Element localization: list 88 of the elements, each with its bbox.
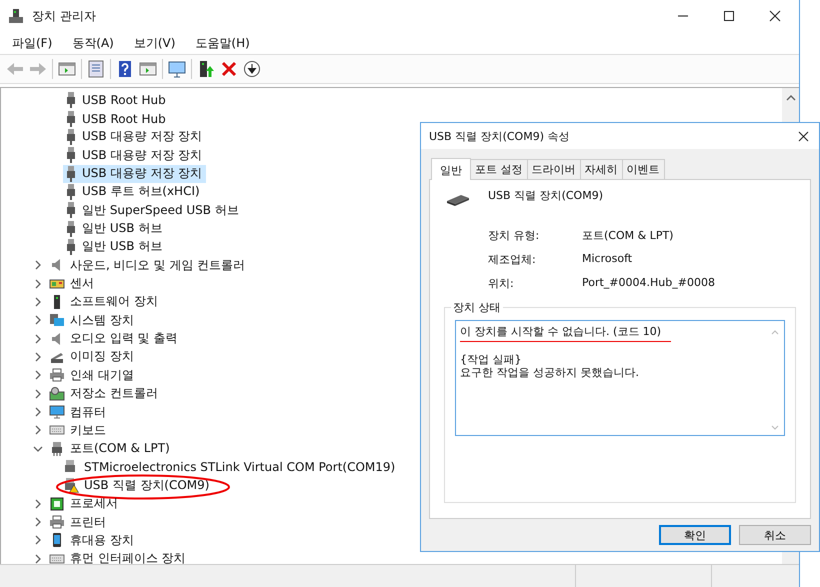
chevron-right-icon[interactable]	[33, 554, 43, 564]
device-up-arrow-icon[interactable]	[197, 60, 215, 78]
close-icon[interactable]	[769, 10, 781, 22]
group-title: 장치 상태	[451, 300, 502, 315]
chevron-right-icon[interactable]	[33, 407, 43, 418]
printer-icon	[49, 367, 65, 384]
tree-item[interactable]: 소프트웨어 장치	[47, 292, 162, 311]
menu-item[interactable]: 동작(A)	[72, 34, 114, 52]
serial-device-icon	[446, 192, 470, 206]
tree-item[interactable]: 프린터	[47, 513, 110, 532]
chevron-right-icon[interactable]	[33, 296, 43, 307]
property-label: 장치 유형:	[488, 228, 540, 243]
tree-item[interactable]: 일반 USB 허브	[63, 238, 166, 256]
download-icon[interactable]	[243, 60, 261, 78]
chevron-right-icon[interactable]	[33, 535, 43, 546]
close-icon[interactable]	[798, 130, 809, 142]
document-icon[interactable]	[87, 60, 105, 78]
status-text: {작업 실패}	[460, 353, 522, 366]
tree-item[interactable]: 일반 USB 허브	[63, 220, 166, 238]
tree-item[interactable]: STMicroelectronics STLink Virtual COM Port(COM19)	[61, 458, 400, 476]
chip-icon	[49, 496, 65, 512]
chevron-down-icon[interactable]	[33, 444, 43, 454]
tree-item[interactable]: 오디오 입력 및 출력	[47, 330, 182, 348]
property-label: 위치:	[488, 276, 515, 291]
status-text: 요구한 작업을 성공하지 못했습니다.	[460, 366, 639, 379]
status-text: 이 장치를 시작할 수 없습니다. (코드 10)	[460, 325, 672, 342]
chevron-right-icon[interactable]	[33, 278, 43, 289]
tab[interactable]: 이벤트	[622, 159, 664, 179]
chevron-right-icon[interactable]	[33, 425, 43, 436]
tree-item[interactable]: 프로세서	[47, 494, 122, 513]
maximize-icon[interactable]	[723, 10, 735, 22]
tree-item[interactable]: USB 대용량 저장 장치	[63, 164, 206, 183]
device-name: USB 직렬 장치(COM9)	[488, 188, 603, 203]
usb-plug-icon	[65, 128, 77, 145]
tree-item[interactable]: 포트(COM & LPT)	[47, 440, 174, 458]
tree-item[interactable]: 저장소 컨트롤러	[47, 384, 162, 403]
dialog-button[interactable]: 확인	[659, 525, 731, 545]
disk-controller-icon	[49, 386, 65, 402]
device-manager-icon	[8, 8, 24, 24]
chevron-right-icon[interactable]	[33, 370, 43, 380]
tree-item[interactable]: 휴대용 장치	[47, 531, 138, 550]
help-icon[interactable]	[116, 60, 134, 78]
usb-plug-icon	[65, 220, 77, 237]
property-value: Microsoft	[582, 252, 634, 267]
menu-item[interactable]: 도움말(H)	[195, 34, 250, 52]
chevron-right-icon[interactable]	[33, 334, 43, 344]
panel-icon[interactable]	[58, 60, 76, 78]
tree-item[interactable]: USB Root Hub	[63, 110, 170, 128]
panel-icon[interactable]	[139, 60, 157, 78]
window-title: 장치 관리자	[32, 8, 96, 24]
scroll-up-icon[interactable]	[786, 94, 796, 102]
tree-item[interactable]: 사운드, 비디오 및 게임 컨트롤러	[47, 256, 250, 274]
monitor-icon	[49, 404, 65, 420]
tab[interactable]: 일반	[431, 158, 471, 180]
chevron-right-icon[interactable]	[33, 388, 43, 399]
dialog-button[interactable]: 취소	[739, 525, 811, 545]
chevron-right-icon[interactable]	[33, 498, 43, 509]
property-label: 제조업체:	[488, 252, 537, 267]
tree-item[interactable]: USB 대용량 저장 장치	[63, 128, 206, 146]
tree-item[interactable]: 이미징 장치	[47, 348, 138, 366]
tree-item[interactable]: USB 대용량 저장 장치	[63, 146, 206, 164]
tree-item[interactable]: 시스템 장치	[47, 311, 138, 330]
tree-item[interactable]: 컴퓨터	[47, 403, 110, 422]
port-plug-icon	[49, 440, 65, 457]
tree-item[interactable]: USB 루트 허브(xHCI)	[63, 182, 204, 201]
property-value: Port_#0004.Hub_#0008	[582, 276, 716, 291]
menu-item[interactable]: 파일(F)	[12, 34, 52, 52]
printer-icon	[49, 514, 65, 530]
tree-item[interactable]: 센서	[47, 274, 98, 293]
usb-plug-icon	[65, 110, 77, 127]
tree-item[interactable]: USB Root Hub	[63, 91, 170, 110]
chevron-right-icon[interactable]	[33, 315, 43, 326]
tree-item[interactable]: 키보드	[47, 421, 110, 440]
chevron-right-icon[interactable]	[33, 517, 43, 528]
usb-plug-icon	[65, 202, 77, 218]
usb-plug-icon	[65, 92, 77, 108]
usb-plug-icon	[65, 166, 77, 182]
usb-plug-icon	[65, 238, 77, 255]
tree-item[interactable]: 일반 SuperSpeed USB 허브	[63, 201, 243, 220]
dialog-title: USB 직렬 장치(COM9) 속성	[429, 128, 570, 144]
menu-item[interactable]: 보기(V)	[134, 34, 176, 52]
usb-plug-icon	[65, 147, 77, 164]
chevron-right-icon[interactable]	[33, 352, 43, 362]
tree-item[interactable]: 인쇄 대기열	[47, 366, 138, 384]
usb-plug-icon	[65, 184, 77, 200]
chevron-right-icon[interactable]	[33, 260, 43, 270]
tree-item[interactable]: 휴먼 인터페이스 장치	[47, 550, 190, 568]
property-value: 포트(COM & LPT)	[582, 228, 674, 243]
